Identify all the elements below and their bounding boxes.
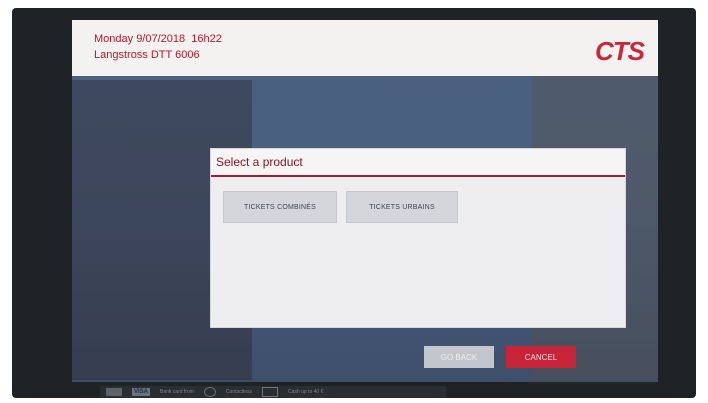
- contactless-icon: [203, 387, 216, 397]
- station-name: Langstross DTT 6006: [94, 49, 200, 61]
- cash-icon: [262, 387, 279, 397]
- payment-methods-strip: VISA Bank card from Contactless Cash up …: [100, 386, 446, 398]
- tickets-combines-button[interactable]: TICKETS COMBINÉS: [223, 191, 337, 223]
- cash-text: Cash up to 40 €: [288, 389, 324, 395]
- kiosk-screen: Monday 9/07/2018 16h22 Langstross DTT 60…: [72, 20, 658, 382]
- photo-frame: Monday 9/07/2018 16h22 Langstross DTT 60…: [0, 0, 708, 403]
- datetime-text: Monday 9/07/2018 16h22: [94, 33, 222, 45]
- tickets-urbains-button[interactable]: TICKETS URBAINS: [346, 191, 458, 223]
- dialog-header: Select a product: [211, 149, 625, 177]
- contactless-text: Contactless: [225, 389, 253, 395]
- cts-logo: CTS: [595, 36, 645, 66]
- select-product-dialog: Select a product TICKETS COMBINÉS TICKET…: [210, 148, 626, 328]
- bank-card-text: Bank card from: [160, 389, 194, 395]
- visa-icon: VISA: [132, 388, 151, 396]
- cancel-button[interactable]: CANCEL: [506, 346, 576, 368]
- bank-card-icon: [106, 388, 122, 396]
- go-back-button[interactable]: GO BACK: [424, 346, 494, 368]
- dialog-title: Select a product: [216, 155, 303, 169]
- header-bar: Monday 9/07/2018 16h22 Langstross DTT 60…: [72, 20, 658, 76]
